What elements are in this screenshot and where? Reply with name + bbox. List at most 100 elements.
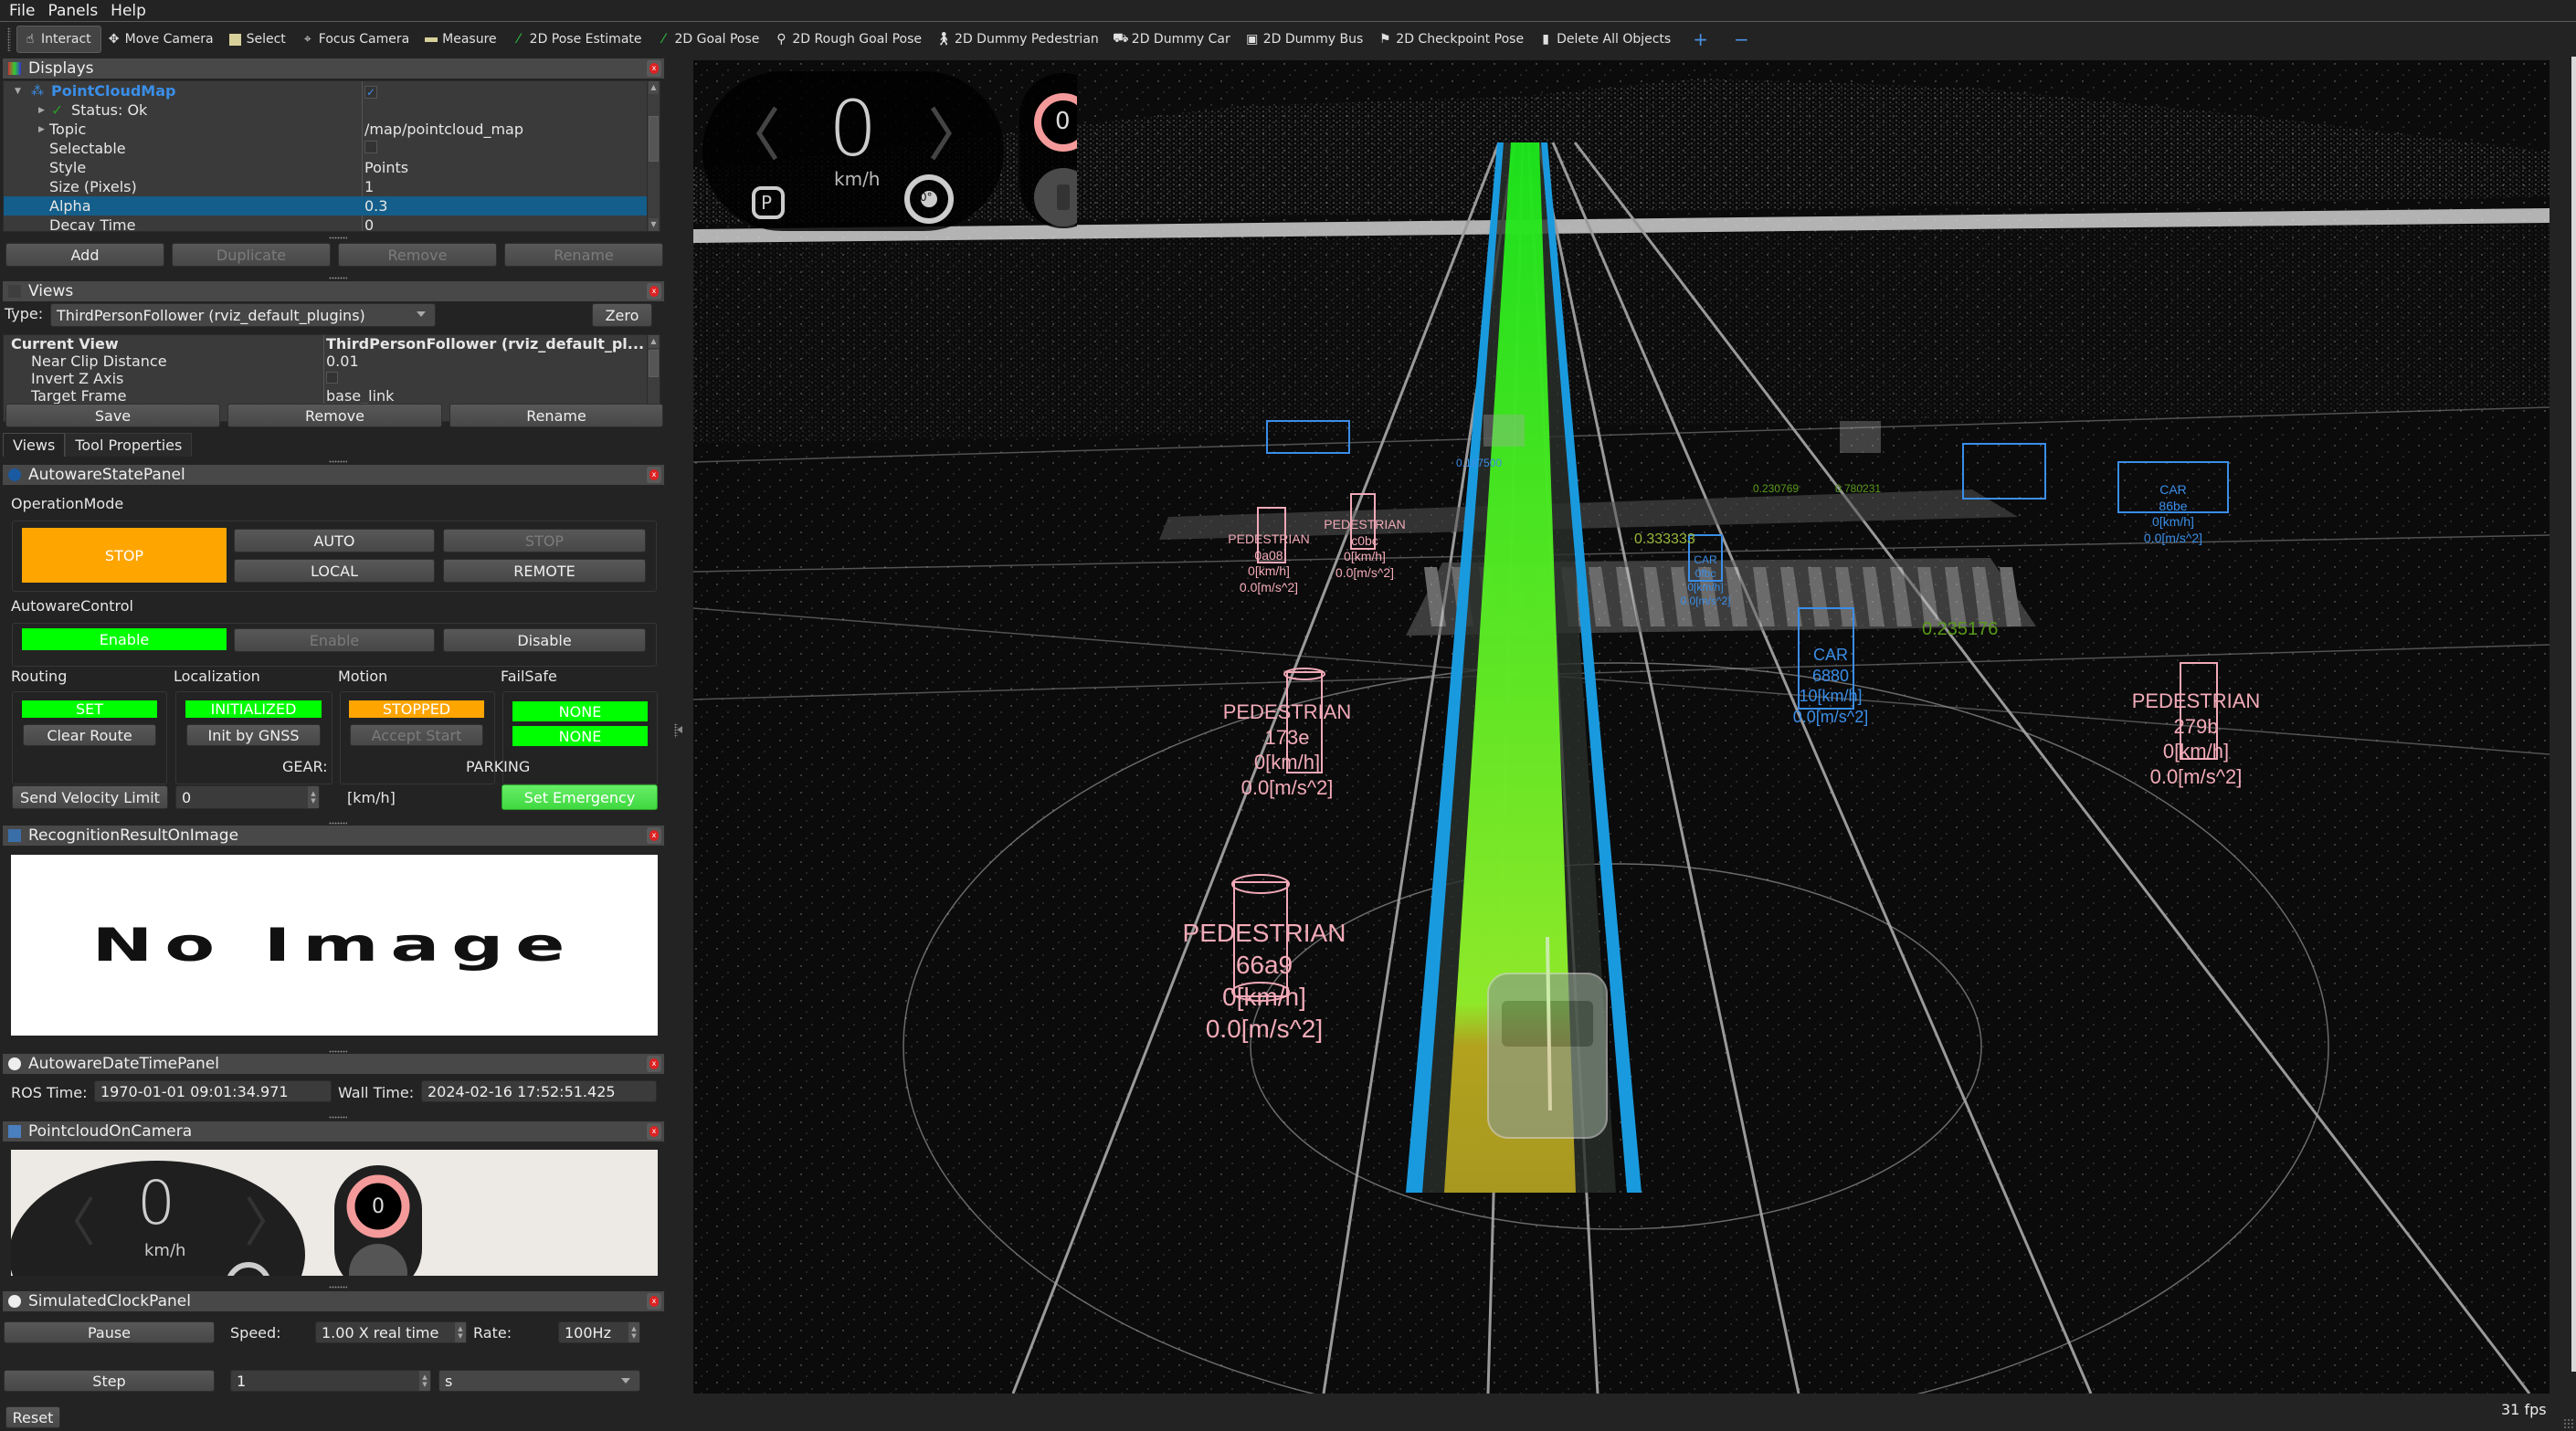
view-row[interactable]: Target Frame base_link bbox=[4, 387, 660, 405]
tool-interact[interactable]: ☝ Interact bbox=[16, 26, 101, 53]
tree-value[interactable]: /map/pointcloud_map bbox=[364, 121, 523, 138]
selectable-checkbox[interactable] bbox=[364, 140, 377, 157]
remove-display-button[interactable]: Remove bbox=[338, 243, 497, 267]
tree-value[interactable]: 0.3 bbox=[364, 197, 387, 215]
view-row[interactable]: Near Clip Distance 0.01 bbox=[4, 352, 660, 370]
spinbox-arrows-icon[interactable]: ▲ ▼ bbox=[419, 1371, 430, 1391]
tree-row-decay-time[interactable]: Decay Time 0 bbox=[4, 216, 660, 231]
tool-2d-dummy-pedestrian[interactable]: 🚶︎ 2D Dummy Pedestrian bbox=[931, 26, 1108, 53]
invert-z-checkbox[interactable] bbox=[326, 370, 338, 387]
right-dock-edge[interactable] bbox=[2571, 57, 2576, 1372]
close-icon[interactable]: x bbox=[647, 1293, 661, 1310]
menu-help[interactable]: Help bbox=[111, 2, 146, 20]
save-view-button[interactable]: Save bbox=[5, 404, 220, 427]
view-row[interactable]: Current View ThirdPersonFollower (rviz_de… bbox=[4, 335, 660, 352]
expand-arrow-icon[interactable]: ▼ bbox=[15, 87, 21, 96]
3d-viewport[interactable]: PEDESTRIAN 0a08 0[km/h] 0.0[m/s^2] PEDESTRIA… bbox=[693, 60, 2550, 1394]
spinbox-arrows-icon[interactable]: ▲ ▼ bbox=[308, 786, 319, 808]
close-icon[interactable]: x bbox=[647, 1056, 661, 1072]
tool-move-camera[interactable]: ✥ Move Camera bbox=[101, 26, 223, 53]
tree-row-style[interactable]: Style Points bbox=[4, 158, 660, 177]
tree-value[interactable]: base_link bbox=[326, 387, 394, 405]
step-button[interactable]: Step bbox=[4, 1370, 215, 1392]
tab-views[interactable]: Views bbox=[3, 433, 66, 457]
tree-row-size[interactable]: Size (Pixels) 1 bbox=[4, 177, 660, 196]
close-icon[interactable]: x bbox=[647, 467, 661, 483]
add-tool-button[interactable]: + bbox=[1680, 26, 1721, 53]
speed-input[interactable]: 1.00 X real time ▲ ▼ bbox=[315, 1321, 467, 1343]
tool-2d-dummy-car[interactable]: ⛟ 2D Dummy Car bbox=[1108, 26, 1240, 53]
remove-tool-button[interactable]: − bbox=[1721, 26, 1762, 53]
view-type-combo[interactable]: ThirdPersonFollower (rviz_default_plugin… bbox=[50, 303, 436, 327]
splitter-grip[interactable] bbox=[329, 1050, 347, 1053]
tool-delete-all-objects[interactable]: ▮ Delete All Objects bbox=[1533, 26, 1680, 53]
view-row[interactable]: Invert Z Axis bbox=[4, 370, 660, 387]
rate-input[interactable]: 100Hz ▲ ▼ bbox=[558, 1321, 640, 1343]
expand-arrow-icon[interactable]: ▶ bbox=[38, 106, 45, 115]
collapse-arrow-icon[interactable] bbox=[677, 726, 682, 733]
send-velocity-limit-button[interactable]: Send Velocity Limit bbox=[12, 785, 168, 809]
tree-value[interactable]: 0.01 bbox=[326, 352, 359, 370]
step-amount-input[interactable]: 1 ▲ ▼ bbox=[230, 1370, 431, 1392]
tree-row-selectable[interactable]: Selectable bbox=[4, 139, 660, 158]
close-icon[interactable]: x bbox=[647, 1123, 661, 1140]
duplicate-display-button[interactable]: Duplicate bbox=[172, 243, 331, 267]
clear-route-button[interactable]: Clear Route bbox=[23, 724, 156, 746]
tree-row-alpha[interactable]: Alpha 0.3 bbox=[4, 196, 660, 216]
close-icon[interactable]: x bbox=[647, 60, 661, 77]
reset-button[interactable]: Reset bbox=[5, 1406, 60, 1428]
spinbox-arrows-icon[interactable]: ▲ ▼ bbox=[628, 1322, 639, 1342]
tool-2d-goal-pose[interactable]: ⁄ 2D Goal Pose bbox=[651, 26, 769, 53]
tool-focus-camera[interactable]: ⌖ Focus Camera bbox=[295, 26, 418, 53]
close-icon[interactable]: x bbox=[647, 283, 661, 300]
tool-select[interactable]: Select bbox=[223, 26, 295, 53]
tree-row-topic[interactable]: ▶ Topic /map/pointcloud_map bbox=[4, 120, 660, 139]
scroll-thumb[interactable] bbox=[649, 350, 659, 377]
splitter-grip[interactable] bbox=[329, 277, 347, 279]
close-icon[interactable]: x bbox=[647, 827, 661, 844]
rename-view-button[interactable]: Rename bbox=[449, 404, 663, 427]
disable-control-button[interactable]: Disable bbox=[443, 628, 646, 652]
rename-display-button[interactable]: Rename bbox=[504, 243, 663, 267]
tool-2d-dummy-bus[interactable]: ▣ 2D Dummy Bus bbox=[1240, 26, 1373, 53]
splitter-grip[interactable] bbox=[329, 1286, 347, 1289]
scroll-down-icon[interactable]: ▼ bbox=[649, 218, 659, 231]
spinbox-arrows-icon[interactable]: ▲ ▼ bbox=[455, 1322, 466, 1342]
tree-value[interactable]: 0 bbox=[364, 216, 374, 231]
menu-panels[interactable]: Panels bbox=[48, 2, 98, 20]
tree-value[interactable]: Points bbox=[364, 159, 408, 176]
tool-2d-rough-goal-pose[interactable]: ⚲ 2D Rough Goal Pose bbox=[768, 26, 931, 53]
set-emergency-button[interactable]: Set Emergency bbox=[501, 784, 658, 810]
splitter-grip[interactable] bbox=[329, 237, 347, 239]
init-by-gnss-button[interactable]: Init by GNSS bbox=[186, 724, 321, 746]
stop-mode-button[interactable]: STOP bbox=[443, 529, 646, 552]
scroll-up-icon[interactable]: ▲ bbox=[649, 81, 659, 94]
tree-value[interactable]: 1 bbox=[364, 178, 374, 195]
scroll-thumb[interactable] bbox=[649, 116, 659, 162]
remote-mode-button[interactable]: REMOTE bbox=[443, 559, 646, 583]
splitter-grip[interactable] bbox=[329, 1116, 347, 1119]
enabled-checkbox[interactable]: ✓ bbox=[364, 82, 377, 100]
expand-arrow-icon[interactable]: ▶ bbox=[38, 125, 45, 134]
add-display-button[interactable]: Add bbox=[5, 243, 164, 267]
splitter-grip[interactable] bbox=[329, 460, 347, 463]
tool-2d-checkpoint-pose[interactable]: ⚑ 2D Checkpoint Pose bbox=[1372, 26, 1533, 53]
remove-view-button[interactable]: Remove bbox=[227, 404, 442, 427]
tool-2d-pose-estimate[interactable]: ⁄ 2D Pose Estimate bbox=[506, 26, 651, 53]
displays-tree[interactable]: ▼ ⁂ PointCloudMap ✓ ▶ ✓ Status: Ok ▶ Top… bbox=[3, 80, 660, 232]
displays-scrollbar[interactable]: ▲ ▼ bbox=[647, 81, 660, 231]
auto-mode-button[interactable]: AUTO bbox=[234, 529, 435, 552]
tree-row-status[interactable]: ▶ ✓ Status: Ok bbox=[4, 100, 660, 120]
velocity-limit-input[interactable]: 0 ▲ ▼ bbox=[175, 785, 320, 809]
step-unit-combo[interactable]: s bbox=[438, 1370, 640, 1392]
window-resize-grip[interactable] bbox=[2563, 1418, 2574, 1429]
tree-row-pointcloudmap[interactable]: ▼ ⁂ PointCloudMap ✓ bbox=[4, 81, 660, 100]
zero-button[interactable]: Zero bbox=[592, 303, 652, 327]
local-mode-button[interactable]: LOCAL bbox=[234, 559, 435, 583]
menu-file[interactable]: File bbox=[9, 2, 35, 20]
scroll-up-icon[interactable]: ▲ bbox=[649, 335, 659, 348]
accept-start-button[interactable]: Accept Start bbox=[350, 724, 483, 746]
splitter-grip[interactable] bbox=[329, 822, 347, 825]
enable-control-button[interactable]: Enable bbox=[234, 628, 435, 652]
toolbar-grip[interactable] bbox=[7, 27, 11, 51]
